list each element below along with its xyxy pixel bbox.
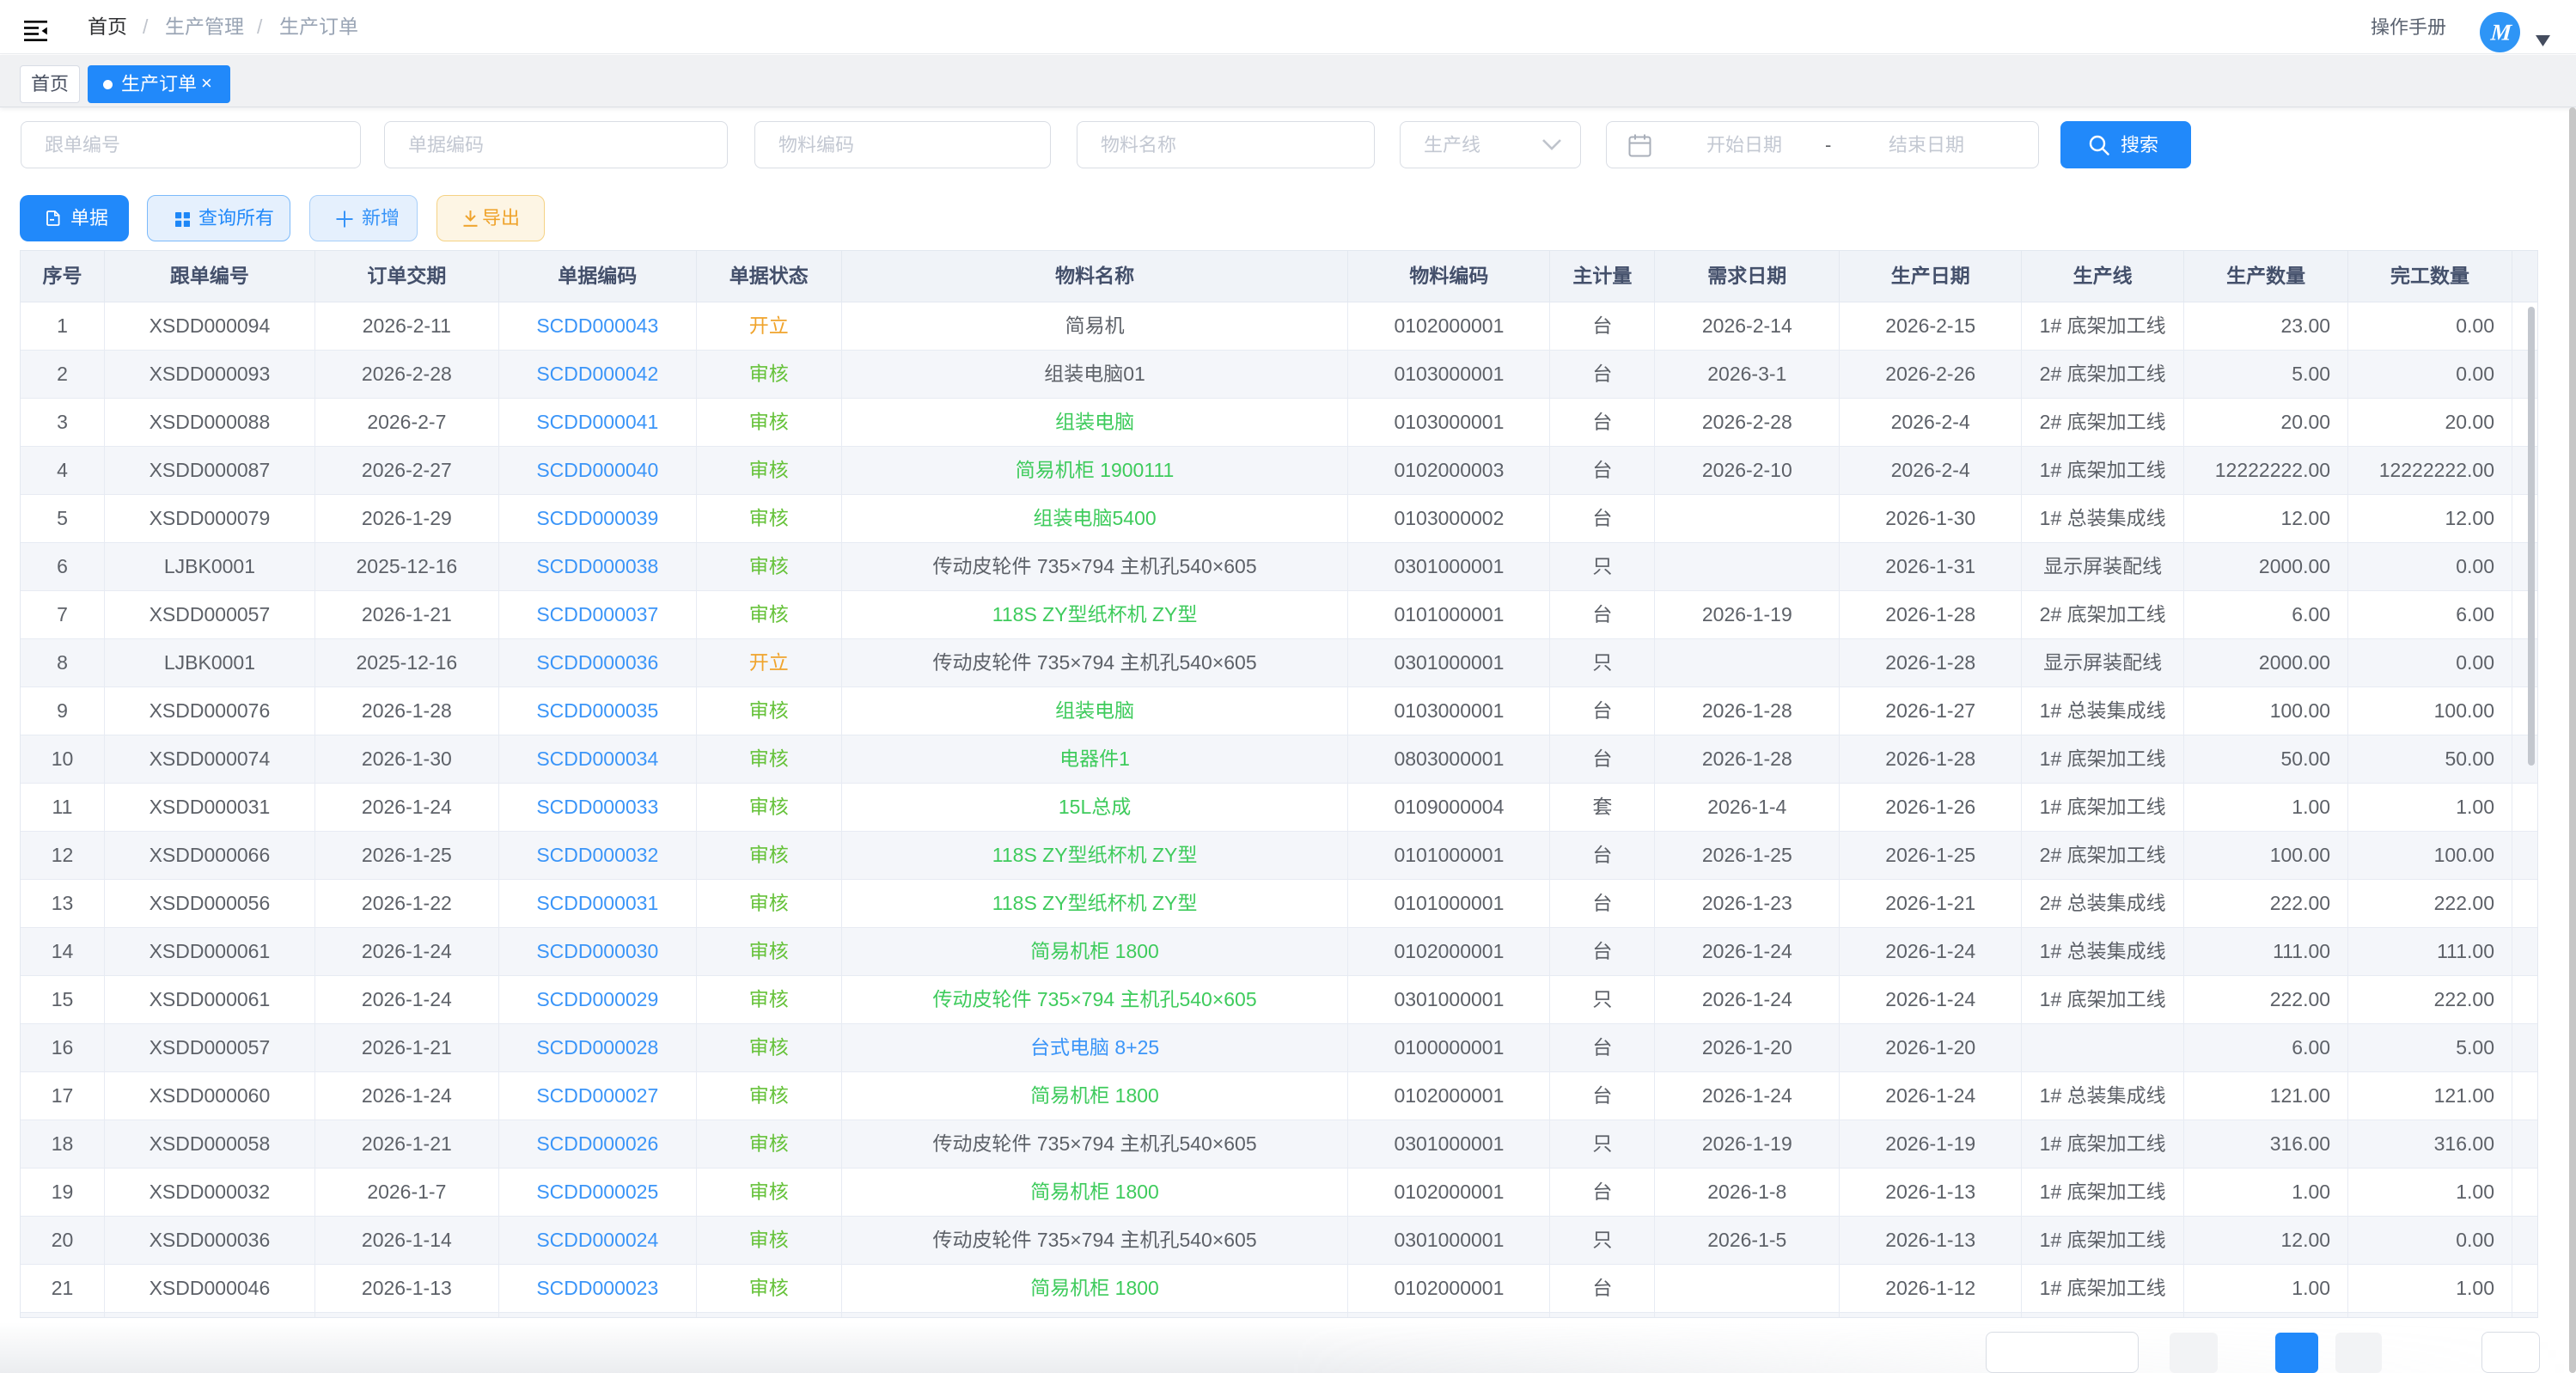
svg-text:M: M [2489,20,2513,46]
